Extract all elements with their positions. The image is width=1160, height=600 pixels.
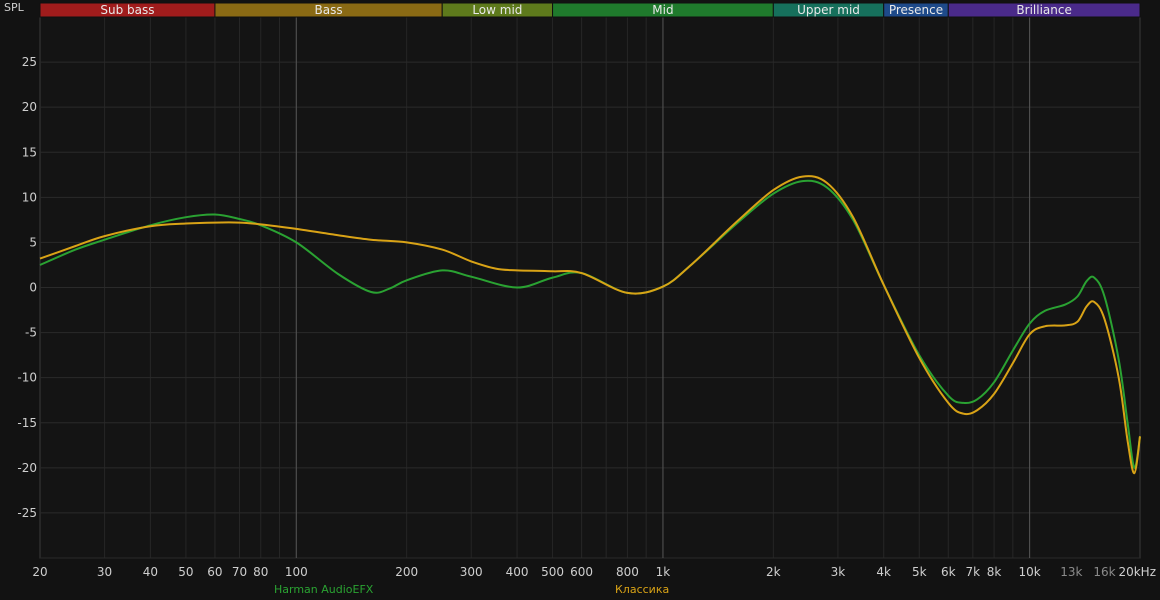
x-tick-label: 80	[253, 565, 268, 579]
y-tick-label: -10	[17, 371, 37, 385]
band-label: Presence	[889, 3, 943, 17]
band-label: Low mid	[472, 3, 522, 17]
y-tick-label: 10	[22, 190, 37, 204]
x-tick-label: 6k	[941, 565, 956, 579]
x-tick-label: 600	[570, 565, 593, 579]
x-tick-label: 800	[616, 565, 639, 579]
band-label: Sub bass	[100, 3, 154, 17]
x-tick-label: 16k	[1093, 565, 1115, 579]
x-tick-label: 20kHz	[1118, 565, 1156, 579]
x-tick-label: 5k	[912, 565, 927, 579]
band-label: Brilliance	[1016, 3, 1071, 17]
y-tick-label: -20	[17, 461, 37, 475]
x-tick-label: 10k	[1019, 565, 1041, 579]
y-tick-label: -5	[25, 326, 37, 340]
y-tick-label: 0	[29, 281, 37, 295]
y-axis-label: SPL	[4, 1, 24, 14]
x-tick-label: 70	[232, 565, 247, 579]
x-tick-label: 40	[143, 565, 158, 579]
y-tick-label: 15	[22, 145, 37, 159]
legend-series-2: Классика	[615, 583, 670, 596]
y-tick-label: 5	[29, 235, 37, 249]
x-tick-label: 30	[97, 565, 112, 579]
band-label: Bass	[315, 3, 343, 17]
y-tick-label: -15	[17, 416, 37, 430]
x-tick-label: 20	[32, 565, 47, 579]
y-tick-label: -25	[17, 506, 37, 520]
frequency-response-chart: Sub bass Bass Low mid Mid Upper mid Presence B…	[17, 2, 1156, 579]
x-tick-label: 500	[541, 565, 564, 579]
x-tick-label: 7k	[966, 565, 981, 579]
x-tick-label: 400	[506, 565, 529, 579]
legend-series-1: Harman AudioEFX	[274, 583, 374, 596]
band-label: Mid	[652, 3, 673, 17]
x-tick-label: 300	[460, 565, 483, 579]
x-tick-label: 200	[395, 565, 418, 579]
x-tick-label: 3k	[831, 565, 846, 579]
x-tick-label: 8k	[987, 565, 1002, 579]
x-tick-label: 2k	[766, 565, 781, 579]
y-tick-label: 25	[22, 55, 37, 69]
x-tick-label: 13k	[1060, 565, 1082, 579]
y-tick-label: 20	[22, 100, 37, 114]
x-tick-label: 50	[178, 565, 193, 579]
x-tick-label: 60	[207, 565, 222, 579]
x-tick-label: 100	[285, 565, 308, 579]
x-tick-label: 4k	[876, 565, 891, 579]
band-label: Upper mid	[797, 3, 860, 17]
x-tick-label: 1k	[656, 565, 671, 579]
